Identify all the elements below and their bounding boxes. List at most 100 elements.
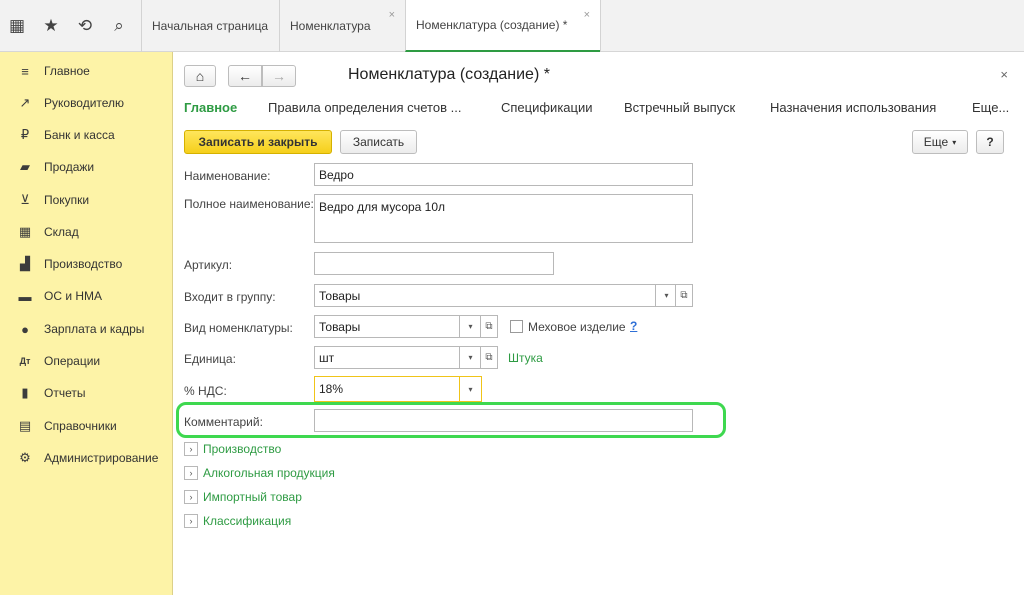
vat-dropdown[interactable]: ▾ [460, 376, 482, 402]
tab-home[interactable]: Начальная страница [141, 0, 279, 52]
dt-kt-icon: Дт [19, 356, 31, 366]
open-icon: ⧉ [485, 321, 493, 332]
sidebar-item-warehouse[interactable]: ▦ Склад [0, 219, 173, 245]
name-field[interactable]: Ведро [314, 163, 693, 186]
group-field[interactable]: Товары [314, 284, 656, 307]
bag-icon: ▰ [20, 159, 30, 174]
person-icon: ● [21, 321, 29, 337]
more-button[interactable]: Еще ▾ [912, 130, 968, 154]
chevron-down-icon: ▾ [952, 137, 957, 147]
sidebar-item-admin[interactable]: ⚙ Администрирование [0, 445, 173, 471]
vat-label: % НДС: [184, 384, 227, 398]
sidebar-item-assets[interactable]: ▬ ОС и НМА [0, 283, 173, 309]
article-field[interactable] [314, 252, 554, 275]
section-production[interactable]: › Производство [184, 441, 281, 457]
unit-open-button[interactable]: ⧉ [480, 346, 498, 369]
trend-icon: ↗ [19, 95, 31, 110]
open-icon: ⧉ [680, 290, 688, 301]
sidebar-item-purchases[interactable]: ⊻ Покупки [0, 187, 173, 213]
tab-nomenclature-create[interactable]: Номенклатура (создание) * × [405, 0, 600, 52]
search-icon[interactable]: ⌕ [102, 0, 136, 52]
sidebar-item-label: Администрирование [44, 451, 159, 465]
chevron-right-icon: › [184, 514, 198, 528]
section-import[interactable]: › Импортный товар [184, 489, 302, 505]
tab-specifications[interactable]: Спецификации [501, 100, 593, 115]
close-icon[interactable]: × [389, 9, 395, 21]
sidebar-item-manager[interactable]: ↗ Руководителю [0, 90, 173, 116]
close-icon[interactable]: × [1000, 67, 1008, 82]
section-label: Импортный товар [203, 490, 302, 504]
comment-label: Комментарий: [184, 415, 263, 429]
tab-account-rules[interactable]: Правила определения счетов ... [268, 100, 461, 115]
arrow-right-icon: → [272, 68, 286, 84]
section-label: Алкогольная продукция [203, 466, 335, 480]
kind-label: Вид номенклатуры: [184, 321, 293, 335]
form-area: ⌂ ← → Номенклатура (создание) * × Главно… [174, 52, 1024, 595]
sidebar-item-bank[interactable]: ₽ Банк и касса [0, 122, 173, 148]
top-toolbar: ▦ ★ ⟲ ⌕ [0, 0, 140, 52]
home-button[interactable]: ⌂ [184, 65, 216, 87]
sidebar-item-operations[interactable]: Дт Операции [0, 348, 173, 374]
tab-nomenclature[interactable]: Номенклатура × [279, 0, 405, 52]
more-label: Еще [923, 135, 949, 149]
unit-hint-link[interactable]: Штука [508, 351, 543, 365]
sidebar-item-label: Производство [44, 257, 123, 271]
fur-checkbox[interactable] [510, 320, 523, 333]
tab-more[interactable]: Еще... [972, 100, 1009, 115]
section-label: Производство [203, 442, 282, 456]
tab-main[interactable]: Главное [184, 100, 237, 115]
chevron-down-icon: ▾ [468, 353, 473, 362]
star-icon[interactable]: ★ [34, 0, 68, 52]
section-classification[interactable]: › Классификация [184, 513, 291, 529]
sidebar-item-sales[interactable]: ▰ Продажи [0, 154, 173, 180]
home-icon: ⌂ [195, 68, 205, 84]
sidebar-item-reports[interactable]: ▮ Отчеты [0, 380, 173, 406]
back-button[interactable]: ← [228, 65, 262, 87]
sidebar-item-label: Руководителю [44, 96, 125, 110]
sidebar-item-label: Главное [44, 64, 90, 78]
tab-strip-empty [600, 0, 1024, 52]
forward-button[interactable]: → [262, 65, 296, 87]
kind-field[interactable]: Товары [314, 315, 460, 338]
save-and-close-button[interactable]: Записать и закрыть [184, 130, 332, 154]
chevron-down-icon: ▾ [468, 322, 473, 331]
sidebar-item-production[interactable]: ▟ Производство [0, 251, 173, 277]
sidebar-item-payroll[interactable]: ● Зарплата и кадры [0, 316, 173, 342]
section-alcohol[interactable]: › Алкогольная продукция [184, 465, 335, 481]
group-open-button[interactable]: ⧉ [675, 284, 693, 307]
sidebar-item-label: Справочники [44, 419, 117, 433]
unit-label: Единица: [184, 352, 236, 366]
sidebar-item-label: Склад [44, 225, 79, 239]
sidebar-item-label: Операции [44, 354, 101, 368]
sidebar: ≡ Главное ↗ Руководителю ₽ Банк и касса … [0, 52, 173, 595]
unit-field[interactable]: шт [314, 346, 460, 369]
tab-counter-output[interactable]: Встречный выпуск [624, 100, 735, 115]
bar-chart-icon: ▮ [21, 385, 29, 400]
fur-help-link[interactable]: ? [630, 319, 637, 333]
truck-icon: ▬ [18, 288, 32, 304]
sidebar-item-references[interactable]: ▤ Справочники [0, 413, 173, 439]
full-name-label: Полное наименование: [184, 197, 314, 211]
open-icon: ⧉ [485, 352, 493, 363]
history-icon[interactable]: ⟲ [68, 0, 102, 52]
sidebar-item-label: Зарплата и кадры [44, 322, 145, 336]
full-name-field[interactable]: Ведро для мусора 10л [314, 194, 693, 243]
unit-dropdown[interactable]: ▾ [460, 346, 482, 369]
tab-usage-purposes[interactable]: Назначения использования [770, 100, 936, 115]
comment-field[interactable] [314, 409, 693, 432]
sidebar-item-label: ОС и НМА [44, 289, 103, 303]
book-icon: ▤ [18, 418, 32, 433]
page-title: Номенклатура (создание) * [348, 66, 550, 83]
help-button[interactable]: ? [976, 130, 1004, 154]
save-button[interactable]: Записать [340, 130, 417, 154]
sidebar-item-main[interactable]: ≡ Главное [0, 58, 173, 84]
vat-field[interactable]: 18% [314, 376, 460, 402]
close-icon[interactable]: × [584, 9, 590, 21]
tab-label: Номенклатура (создание) * [416, 18, 568, 32]
tab-label: Начальная страница [152, 19, 269, 33]
menu-icon: ≡ [21, 63, 29, 79]
kind-dropdown[interactable]: ▾ [460, 315, 482, 338]
name-label: Наименование: [184, 169, 271, 183]
kind-open-button[interactable]: ⧉ [480, 315, 498, 338]
apps-grid-icon[interactable]: ▦ [0, 0, 34, 52]
